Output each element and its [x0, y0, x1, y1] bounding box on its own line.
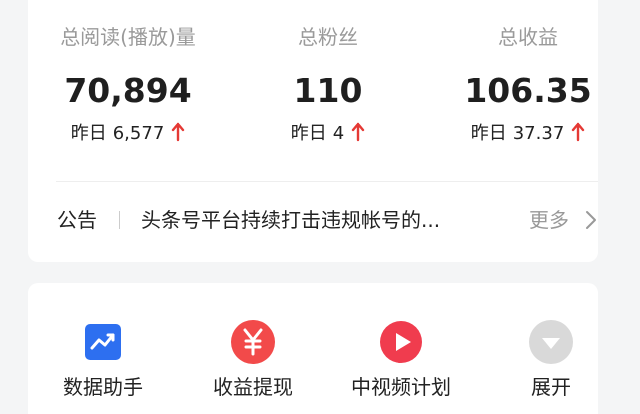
delta-prefix: 昨日 [290, 123, 327, 144]
notice-title: 公告 [57, 208, 97, 232]
tool-expand[interactable]: 展开 [476, 283, 626, 413]
divider [56, 181, 598, 182]
stat-delta: 昨日 4 [228, 121, 428, 147]
stat-value: 110 [293, 71, 363, 110]
tool-label: 展开 [531, 375, 571, 399]
delta-value: 6,577 [112, 123, 165, 144]
stat-label: 总收益 [498, 25, 558, 49]
tool-data-assistant[interactable]: 数据助手 [28, 283, 178, 413]
notice-separator [119, 211, 120, 229]
arrow-up-icon [572, 122, 585, 142]
stat-label: 总粉丝 [298, 25, 358, 49]
delta-prefix: 昨日 [470, 123, 507, 144]
tool-video-plan[interactable]: 中视频计划 [326, 283, 476, 413]
yuan-icon [231, 320, 275, 364]
tools-card: 数据助手 收益提现 中视频计划 展开 [28, 283, 598, 414]
tool-label: 收益提现 [213, 375, 293, 399]
stat-delta: 昨日 37.37 [428, 121, 628, 147]
stats-card: 总阅读(播放)量 70,894 昨日 6,577 总粉丝 110 昨日 4 总收益 … [28, 0, 598, 262]
delta-value: 4 [332, 123, 345, 144]
trend-chart-icon [85, 324, 121, 360]
chevron-down-icon [529, 320, 573, 364]
arrow-up-icon [172, 122, 185, 142]
notice-more-link[interactable]: 更多 [529, 206, 569, 234]
stat-value: 106.35 [464, 71, 592, 110]
notice-text[interactable]: 头条号平台持续打击违规帐号的... [141, 206, 521, 234]
tool-label: 数据助手 [63, 375, 143, 399]
video-play-icon [380, 321, 422, 363]
tool-income-withdraw[interactable]: 收益提现 [178, 283, 328, 413]
delta-prefix: 昨日 [70, 123, 107, 144]
delta-value: 37.37 [512, 123, 565, 144]
tool-label: 中视频计划 [351, 375, 451, 399]
stat-value: 70,894 [64, 71, 192, 110]
arrow-up-icon [352, 122, 365, 142]
stat-label: 总阅读(播放)量 [60, 25, 196, 49]
chevron-right-icon[interactable] [585, 210, 597, 230]
stat-delta: 昨日 6,577 [28, 121, 228, 147]
